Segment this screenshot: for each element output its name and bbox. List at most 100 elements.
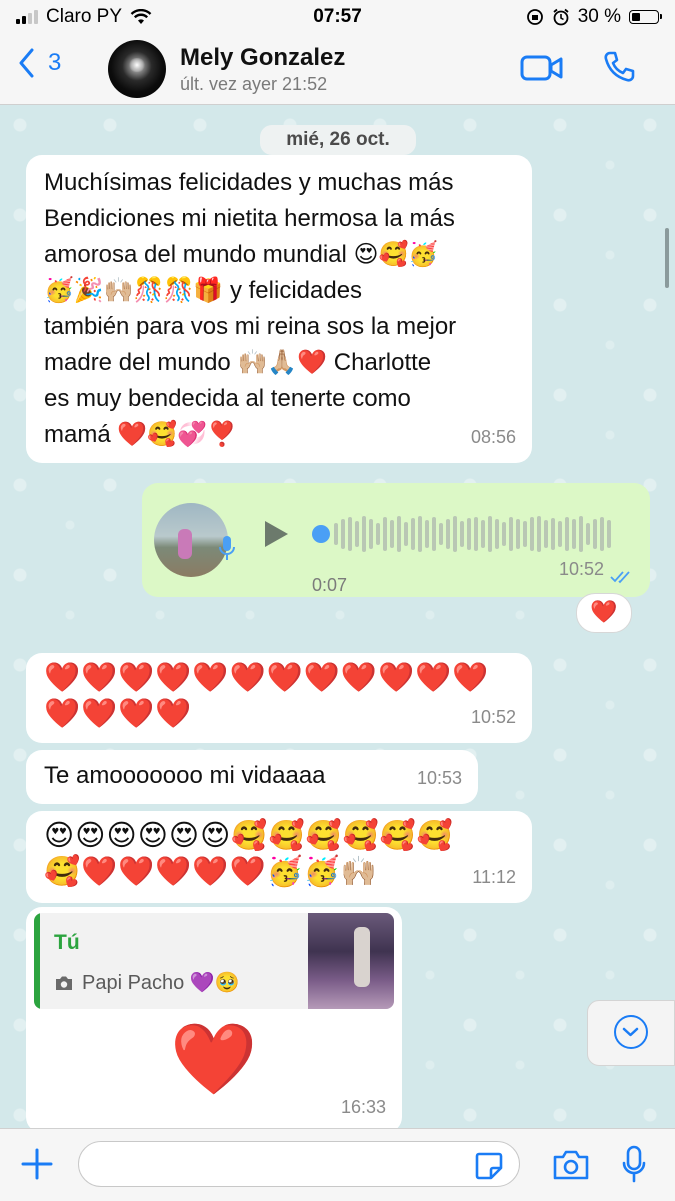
waveform-bar xyxy=(509,517,513,551)
waveform-bar xyxy=(607,520,611,548)
message-time: 10:52 xyxy=(558,559,604,579)
waveform-bar xyxy=(600,517,604,551)
waveform-bar xyxy=(460,521,464,547)
waveform-bar xyxy=(397,516,401,552)
waveform-bar xyxy=(572,519,576,549)
waveform-bar xyxy=(516,519,520,549)
waveform-bar xyxy=(474,517,478,551)
sticker-icon[interactable] xyxy=(474,1151,504,1181)
waveform-bar xyxy=(376,523,380,545)
status-bar: Claro PY 07:57 30 % xyxy=(0,0,675,34)
chat-area[interactable]: mié, 26 oct. Muchísimas felicidades y mu… xyxy=(0,105,675,1128)
message-line: 🥰❤️❤️❤️❤️❤️🥳🥳🙌🏼 xyxy=(44,854,378,888)
message-time: 10:52 xyxy=(470,707,516,727)
plus-icon[interactable] xyxy=(20,1147,54,1181)
reply-message-bubble[interactable]: Tú Papi Pacho 💜🥹 ❤️ 16:33 xyxy=(26,907,402,1128)
microphone-icon xyxy=(219,536,235,560)
message-bubble-incoming[interactable]: Muchísimas felicidades y muchas más Bend… xyxy=(26,155,532,463)
waveform-bar xyxy=(446,519,450,549)
message-text: Te amooooooo mi vidaaaa xyxy=(44,762,326,789)
message-bubble-incoming[interactable]: ❤️❤️❤️❤️❤️❤️❤️❤️❤️❤️❤️❤️ ❤️❤️❤️❤️ 10:52 xyxy=(26,653,532,743)
chevron-down-icon xyxy=(614,1015,648,1049)
play-icon[interactable] xyxy=(262,519,290,549)
camera-icon xyxy=(56,976,72,990)
waveform-bar xyxy=(453,516,457,552)
waveform-bar xyxy=(481,520,485,548)
waveform-bar xyxy=(418,516,422,552)
message-line: amorosa del mundo mundial 😍🥰🥳 xyxy=(44,241,439,268)
contact-name[interactable]: Mely Gonzalez xyxy=(180,44,345,72)
message-line: Bendiciones mi nietita hermosa la más xyxy=(44,205,455,232)
microphone-icon[interactable] xyxy=(622,1145,646,1183)
message-text: Muchísimas felicidades y muchas más Bend… xyxy=(26,155,532,453)
waveform-bar xyxy=(579,516,583,552)
playback-position[interactable] xyxy=(312,525,330,543)
waveform-bar xyxy=(467,518,471,550)
waveform-bar xyxy=(488,516,492,552)
message-line: Muchísimas felicidades y muchas más xyxy=(44,169,454,196)
waveform-bar xyxy=(362,516,366,552)
waveform-bar xyxy=(586,523,590,545)
avatar[interactable] xyxy=(108,40,166,98)
quote-bar xyxy=(34,913,40,1009)
message-line: también para vos mi reina sos la mejor xyxy=(44,313,457,340)
waveform-bar xyxy=(558,521,562,547)
last-seen-status: últ. vez ayer 21:52 xyxy=(180,74,328,94)
waveform-bar xyxy=(432,517,436,551)
status-right: 30 % xyxy=(526,6,662,28)
back-button[interactable]: 3 xyxy=(18,48,61,78)
waveform-bar xyxy=(334,523,338,545)
waveform-bar xyxy=(495,519,499,549)
video-call-icon[interactable] xyxy=(520,54,564,82)
audio-waveform[interactable] xyxy=(334,515,611,553)
reaction-badge[interactable]: ❤️ xyxy=(576,593,632,633)
input-bar xyxy=(0,1128,675,1201)
battery-icon xyxy=(629,10,662,24)
alarm-icon xyxy=(553,8,569,26)
message-bubble-incoming[interactable]: 😍😍😍😍😍😍🥰🥰🥰🥰🥰🥰 🥰❤️❤️❤️❤️❤️🥳🥳🙌🏼 11:12 xyxy=(26,811,532,903)
message-line: es muy bendecida al tenerte como xyxy=(44,385,411,412)
chat-header: 3 Mely Gonzalez últ. vez ayer 21:52 xyxy=(0,34,675,105)
waveform-bar xyxy=(565,517,569,551)
message-line: ❤️❤️❤️❤️❤️❤️❤️❤️❤️❤️❤️❤️ xyxy=(44,660,490,694)
voice-sender-avatar xyxy=(154,503,228,577)
voice-message-bubble[interactable]: 0:07 10:52 xyxy=(142,483,650,597)
waveform-bar xyxy=(390,520,394,548)
scrollbar[interactable] xyxy=(665,228,669,288)
read-receipt-icon xyxy=(610,571,630,584)
quote-author: Tú xyxy=(54,931,80,954)
date-separator: mié, 26 oct. xyxy=(260,125,416,155)
waveform-bar xyxy=(383,517,387,551)
waveform-bar xyxy=(523,521,527,547)
waveform-bar xyxy=(439,523,443,545)
waveform-bar xyxy=(355,521,359,547)
message-line: ❤️❤️❤️❤️ xyxy=(44,696,193,730)
waveform-bar xyxy=(537,516,541,552)
waveform-bar xyxy=(530,517,534,551)
message-time: 08:56 xyxy=(470,427,516,447)
voice-duration: 0:07 xyxy=(312,575,348,595)
waveform-bar xyxy=(544,520,548,548)
phone-icon[interactable] xyxy=(602,50,636,84)
waveform-bar xyxy=(341,519,345,549)
waveform-bar xyxy=(593,519,597,549)
message-text: ❤️ xyxy=(170,1018,258,1100)
waveform-bar xyxy=(369,519,373,549)
quote-caption: Papi Pacho 💜🥹 xyxy=(82,972,240,994)
orientation-lock-icon xyxy=(526,9,543,25)
message-line: 😍😍😍😍😍😍🥰🥰🥰🥰🥰🥰 xyxy=(44,818,455,852)
camera-icon[interactable] xyxy=(552,1149,590,1181)
unread-count: 3 xyxy=(48,49,62,76)
message-bubble-incoming[interactable]: Te amooooooo mi vidaaaa 10:53 xyxy=(26,750,478,804)
message-input[interactable] xyxy=(78,1141,520,1187)
waveform-bar xyxy=(411,518,415,550)
waveform-bar xyxy=(425,520,429,548)
message-time: 16:33 xyxy=(340,1097,386,1117)
waveform-bar xyxy=(551,518,555,550)
quoted-photo-thumbnail xyxy=(308,913,394,1009)
scroll-to-bottom-button[interactable] xyxy=(587,1000,675,1066)
quote-caption-row: Papi Pacho 💜🥹 xyxy=(54,965,240,1001)
message-time: 10:53 xyxy=(416,768,462,788)
message-time: 11:12 xyxy=(472,867,516,887)
quoted-message[interactable]: Tú Papi Pacho 💜🥹 xyxy=(34,913,394,1009)
